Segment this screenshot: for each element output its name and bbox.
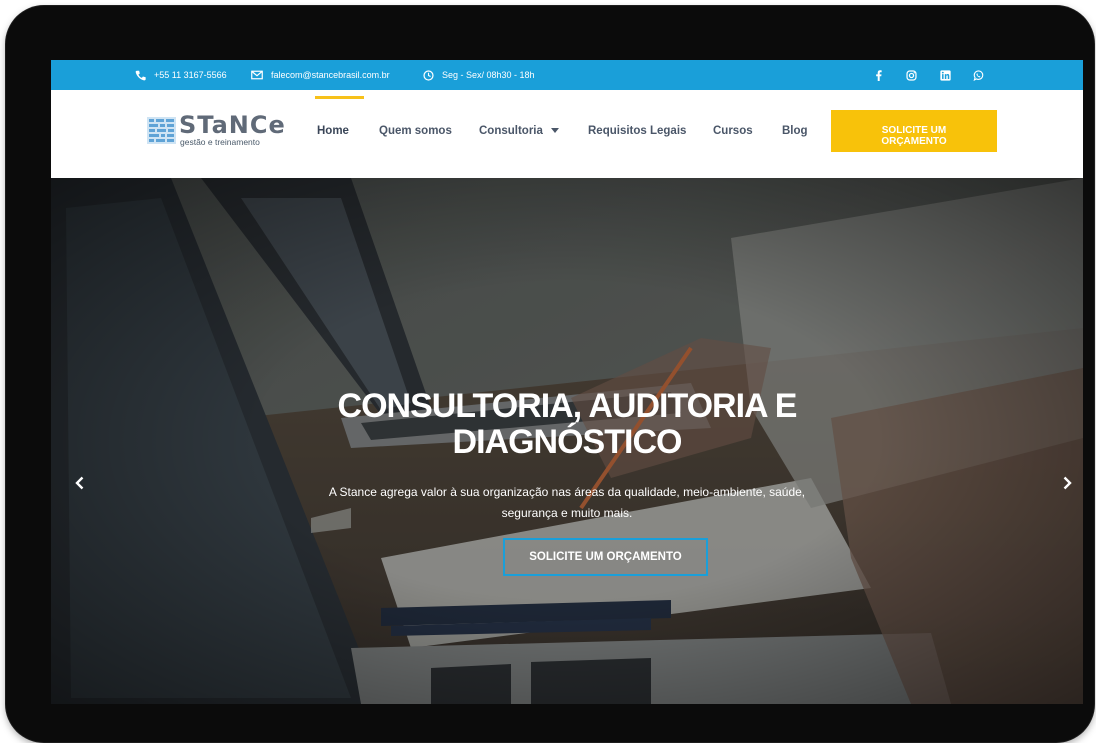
site-header: STaNCe gestão e treinamento Home Quem so… (51, 90, 1083, 178)
business-hours: Seg - Sex/ 08h30 - 18h (423, 60, 535, 90)
phone-icon (135, 70, 146, 80)
nav-quem-somos[interactable]: Quem somos (379, 90, 452, 178)
top-contact-bar: +55 11 3167-5566 falecom@stancebrasil.co… (51, 60, 1083, 90)
hours-text: Seg - Sex/ 08h30 - 18h (442, 70, 535, 80)
chevron-left-icon (74, 476, 83, 490)
chevron-down-icon (551, 127, 560, 133)
phone-contact[interactable]: +55 11 3167-5566 (135, 60, 227, 90)
email-contact[interactable]: falecom@stancebrasil.com.br (251, 60, 390, 90)
logo-mark (147, 117, 176, 144)
header-quote-button[interactable]: SOLICITE UM ORÇAMENTO (831, 110, 997, 152)
facebook-icon[interactable] (871, 60, 885, 90)
chevron-right-icon (1063, 476, 1072, 490)
nav-home[interactable]: Home (317, 90, 349, 178)
linkedin-icon[interactable] (938, 60, 952, 90)
hero-quote-label: SOLICITE UM ORÇAMENTO (529, 551, 682, 563)
logo-tagline: gestão e treinamento (180, 137, 260, 147)
logo-wordmark: STaNCe (179, 111, 286, 139)
nav-blog[interactable]: Blog (782, 90, 808, 178)
header-quote-label: SOLICITE UM ORÇAMENTO (881, 125, 947, 147)
stance-logo[interactable]: STaNCe gestão e treinamento (147, 111, 295, 150)
hero-slider: CONSULTORIA, AUDITORIA E DIAGNÓSTICO A S… (51, 178, 1083, 704)
email-address: falecom@stancebrasil.com.br (271, 70, 390, 80)
slider-prev-button[interactable] (69, 468, 89, 498)
screen: +55 11 3167-5566 falecom@stancebrasil.co… (51, 60, 1083, 704)
slider-next-button[interactable] (1057, 468, 1077, 498)
nav-consultoria[interactable]: Consultoria (479, 90, 560, 178)
hero-quote-button[interactable]: SOLICITE UM ORÇAMENTO (503, 538, 708, 576)
nav-requisitos-legais[interactable]: Requisitos Legais (588, 90, 686, 178)
hero-title: CONSULTORIA, AUDITORIA E DIAGNÓSTICO (337, 387, 798, 461)
laptop-frame: +55 11 3167-5566 falecom@stancebrasil.co… (6, 6, 1094, 742)
instagram-icon[interactable] (904, 60, 918, 90)
clock-icon (423, 69, 434, 81)
whatsapp-icon[interactable] (971, 60, 985, 90)
hero-description: A Stance agrega valor à sua organização … (328, 485, 806, 520)
mail-icon (251, 70, 263, 80)
nav-cursos[interactable]: Cursos (713, 90, 753, 178)
phone-number: +55 11 3167-5566 (154, 70, 227, 80)
nav-consultoria-label: Consultoria (479, 125, 543, 137)
